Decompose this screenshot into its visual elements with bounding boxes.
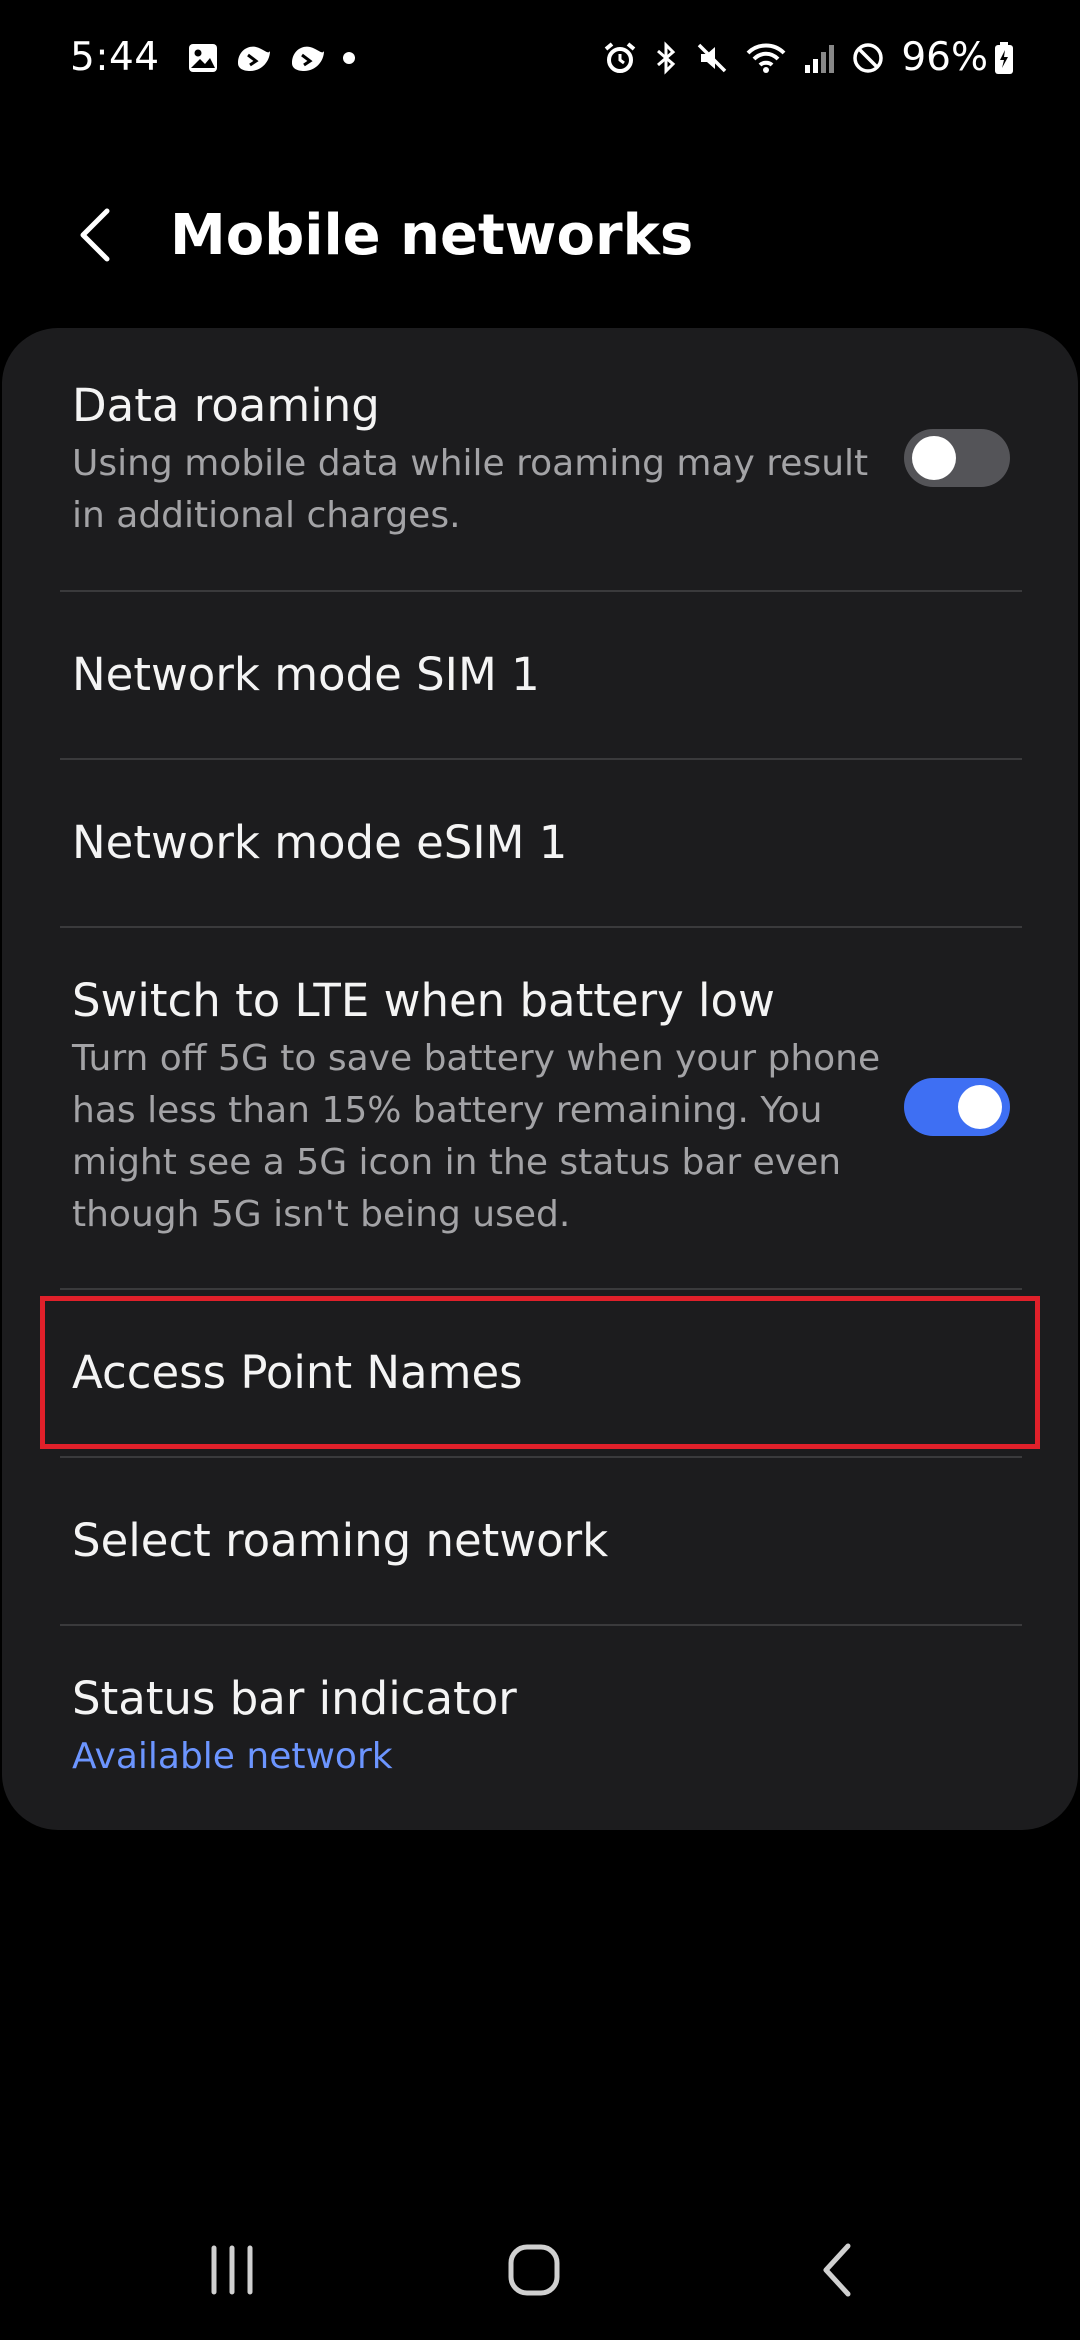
- toggle-thumb: [958, 1085, 1002, 1129]
- home-button[interactable]: [464, 2200, 604, 2340]
- status-left: 5:44: [70, 35, 370, 80]
- toggle-thumb: [912, 436, 956, 480]
- setting-title: Network mode SIM 1: [72, 648, 540, 701]
- recents-button[interactable]: [162, 2200, 302, 2340]
- threads-icon: [288, 41, 328, 75]
- status-right: 96%: [587, 35, 1014, 80]
- setting-title: Access Point Names: [72, 1346, 523, 1399]
- setting-text: Network mode SIM 1: [72, 647, 540, 703]
- setting-title: Data roaming: [72, 379, 380, 432]
- data-roaming-toggle[interactable]: [904, 429, 1010, 487]
- setting-access-point-names[interactable]: Access Point Names: [2, 1290, 1078, 1456]
- battery-icon: [994, 41, 1014, 75]
- threads-icon: [234, 41, 274, 75]
- setting-title: Switch to LTE when battery low: [72, 974, 775, 1027]
- settings-card: Data roaming Using mobile data while roa…: [2, 328, 1078, 1830]
- gallery-icon: [186, 41, 220, 75]
- setting-text: Network mode eSIM 1: [72, 815, 567, 871]
- dot-icon: [342, 51, 356, 65]
- mute-icon: [695, 41, 729, 75]
- setting-status-bar-indicator[interactable]: Status bar indicator Available network: [2, 1626, 1078, 1830]
- setting-title: Network mode eSIM 1: [72, 816, 568, 869]
- setting-text: Data roaming Using mobile data while roa…: [72, 378, 892, 542]
- bluetooth-icon: [653, 40, 679, 75]
- setting-switch-lte[interactable]: Switch to LTE when battery low Turn off …: [2, 928, 1078, 1288]
- setting-value: Available network: [72, 1736, 393, 1777]
- setting-title: Select roaming network: [72, 1514, 609, 1567]
- setting-text: Select roaming network: [72, 1513, 608, 1569]
- chevron-left-icon: [80, 208, 110, 262]
- setting-subtitle: Turn off 5G to save battery when your ph…: [72, 1038, 881, 1235]
- signal-icon: [803, 41, 835, 75]
- setting-data-roaming[interactable]: Data roaming Using mobile data while roa…: [2, 328, 1078, 590]
- home-icon: [508, 2244, 560, 2296]
- setting-network-mode-esim1[interactable]: Network mode eSIM 1: [2, 760, 1078, 926]
- back-icon: [823, 2243, 851, 2297]
- navigation-bar: [0, 2200, 1080, 2340]
- status-time: 5:44: [70, 35, 160, 80]
- wifi-icon: [745, 41, 787, 75]
- setting-text: Status bar indicator Available network: [72, 1671, 517, 1783]
- nav-back-button[interactable]: [768, 2200, 908, 2340]
- back-button[interactable]: [40, 180, 150, 290]
- setting-text: Access Point Names: [72, 1345, 523, 1401]
- page-title: Mobile networks: [170, 202, 694, 268]
- switch-lte-toggle[interactable]: [904, 1078, 1010, 1136]
- setting-text: Switch to LTE when battery low Turn off …: [72, 973, 892, 1241]
- recents-icon: [211, 2245, 253, 2295]
- alarm-icon: [603, 41, 637, 75]
- dnd-icon: [851, 41, 885, 75]
- setting-subtitle: Using mobile data while roaming may resu…: [72, 443, 869, 536]
- app-header: Mobile networks: [0, 180, 1080, 290]
- status-bar: 5:44 96%: [0, 0, 1080, 115]
- setting-select-roaming-network[interactable]: Select roaming network: [2, 1458, 1078, 1624]
- setting-title: Status bar indicator: [72, 1672, 517, 1725]
- battery-percent: 96%: [901, 35, 988, 80]
- setting-network-mode-sim1[interactable]: Network mode SIM 1: [2, 592, 1078, 758]
